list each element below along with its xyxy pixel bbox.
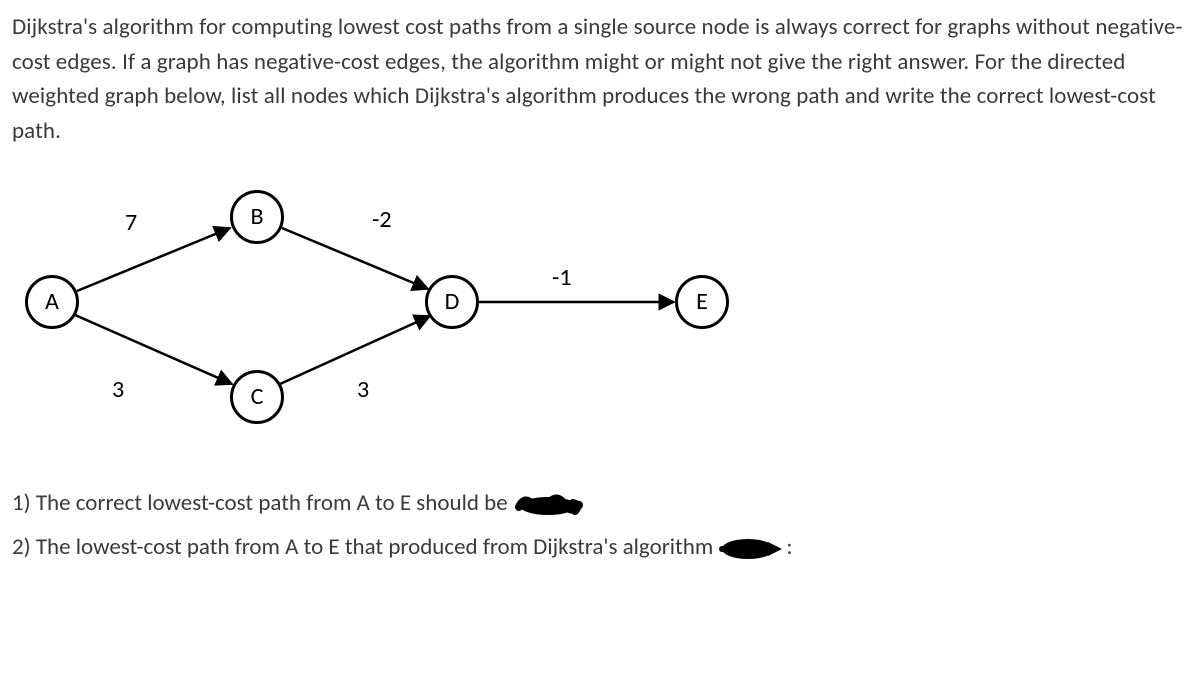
weight-cd: 3 <box>357 372 369 408</box>
weight-bd: -2 <box>372 202 392 238</box>
node-e: E <box>675 275 729 329</box>
question-2-line: 2) The lowest-cost path from A to E that… <box>12 526 1188 570</box>
scribble-icon <box>718 534 786 562</box>
question-1-text: 1) The correct lowest-cost path from A t… <box>12 489 508 517</box>
weight-de: -1 <box>552 260 572 296</box>
question-2-text-b: : <box>786 533 792 561</box>
questions-block: 1) The correct lowest-cost path from A t… <box>12 482 1188 569</box>
weight-ab: 7 <box>125 205 137 241</box>
problem-statement: Dijkstra's algorithm for computing lowes… <box>12 10 1188 148</box>
question-1-line: 1) The correct lowest-cost path from A t… <box>12 482 1188 526</box>
node-b: B <box>230 190 284 244</box>
graph-diagram: A B C D E 7 3 -2 3 -1 <box>12 172 792 452</box>
node-c: C <box>230 370 284 424</box>
weight-ac: 3 <box>112 372 124 408</box>
scribble-icon <box>513 491 583 519</box>
question-2-text-a: 2) The lowest-cost path from A to E that… <box>12 533 718 561</box>
node-d: D <box>425 275 479 329</box>
node-a: A <box>25 275 79 329</box>
